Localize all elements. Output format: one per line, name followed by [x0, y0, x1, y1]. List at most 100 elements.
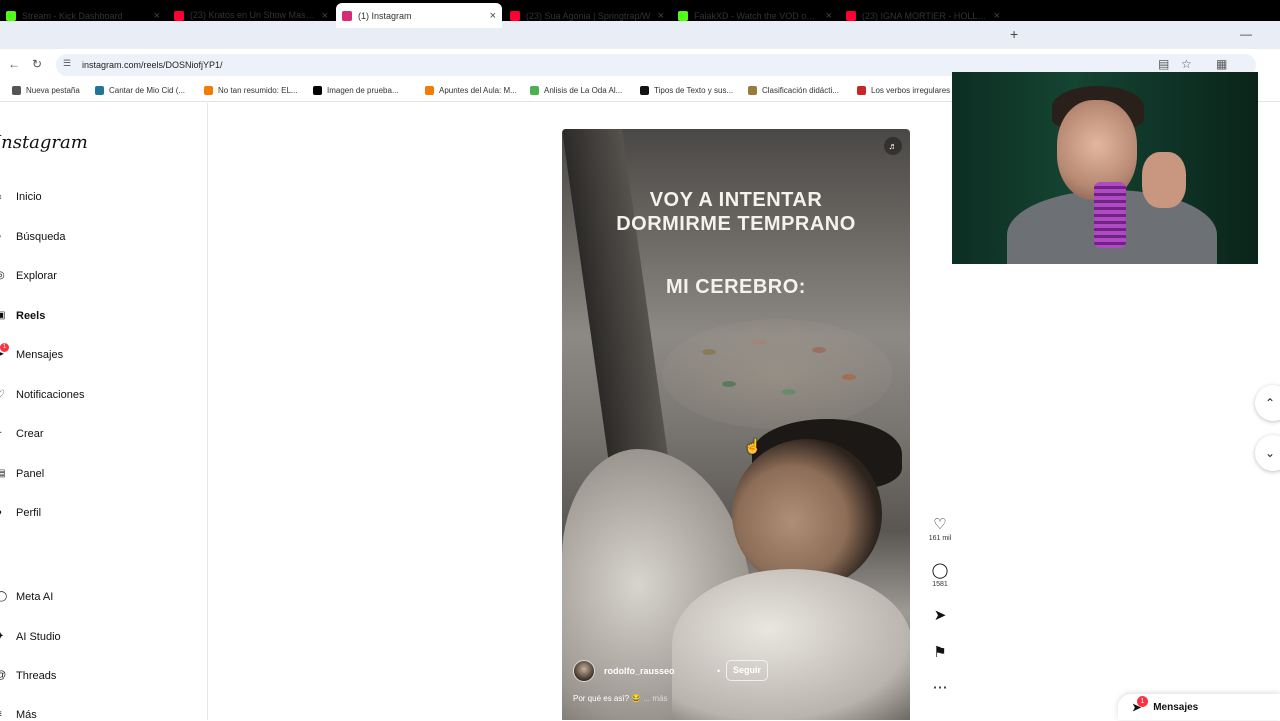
bookmark-item[interactable]: Anlisis de La Oda Al... [530, 86, 622, 95]
bookmark-item[interactable]: Nueva pestaña [12, 86, 80, 95]
bookmark-icon[interactable]: ⚑ [926, 645, 954, 661]
microphone [1094, 182, 1126, 248]
sidebar-item-threads[interactable]: Threads [16, 670, 56, 682]
sidebar-item-crear[interactable]: Crear [16, 428, 44, 440]
comment-icon[interactable]: ◯ [926, 563, 954, 579]
menu-icon[interactable]: ≡ [0, 709, 2, 720]
ai-studio-icon[interactable]: ✦ [0, 631, 4, 642]
tab-favicon-icon [846, 10, 856, 21]
volume-icon[interactable]: ♬ [884, 137, 902, 155]
sidebar-item-ms[interactable]: Más [16, 709, 37, 721]
share-action[interactable]: ➤ [926, 608, 954, 624]
install-icon[interactable]: ▤ [1158, 57, 1169, 71]
bookmark-item[interactable]: Apuntes del Aula: M... [425, 86, 517, 95]
bookmark-favicon-icon [425, 86, 434, 95]
bookmark-label: Cantar de Mio Cid (... [109, 86, 186, 95]
caption-text: Por qué es así? 😂 [573, 694, 642, 703]
tab-close-icon[interactable]: × [154, 10, 160, 22]
new-tab-button[interactable]: + [1010, 26, 1018, 42]
tab-close-icon[interactable]: × [490, 10, 496, 22]
comment-count: 1581 [932, 581, 948, 588]
reel-caption[interactable]: Por qué es así? 😂 ... más [573, 694, 667, 703]
tab-close-icon[interactable]: × [322, 10, 328, 22]
author-avatar[interactable] [573, 660, 595, 682]
meta-ai-icon[interactable]: ◯ [0, 591, 7, 602]
like-action[interactable]: ♡ 161 mil [926, 517, 954, 543]
bookmark-label: Apuntes del Aula: M... [439, 86, 517, 95]
sidebar-item-reels[interactable]: Reels [16, 310, 45, 322]
sidebar-item-inicio[interactable]: Inicio [16, 191, 42, 203]
sidebar-item-panel[interactable]: Panel [16, 468, 44, 480]
chevron-up-icon: ⌃ [1265, 396, 1276, 410]
frogs-circle [662, 319, 892, 429]
url-text[interactable]: instagram.com/reels/DOSNiofjYP1/ [82, 60, 223, 70]
tab-favicon-icon [678, 10, 688, 21]
messages-pill-label: Mensajes [1153, 701, 1199, 713]
search-icon[interactable]: ⌕ [0, 231, 2, 242]
share-icon[interactable]: ➤ [926, 608, 954, 624]
bookmark-item[interactable]: Tipos de Texto y sus... [640, 86, 733, 95]
site-info-icon[interactable]: ☰ [63, 58, 71, 69]
more-options-icon[interactable]: ⋯ [926, 680, 954, 696]
comment-action[interactable]: ◯ 1581 [926, 563, 954, 589]
heart-icon[interactable]: ♡ [0, 389, 5, 400]
minimize-icon[interactable]: — [1240, 27, 1252, 41]
tab-3[interactable]: (23) Sua Agonia | Springtrap/W × [504, 3, 670, 28]
heart-icon[interactable]: ♡ [926, 517, 954, 533]
author-username[interactable]: rodolfo_rausseo [604, 666, 675, 676]
overlay-text-line1: VOY A INTENTAR [649, 189, 823, 211]
sidebar-item-notificaciones[interactable]: Notificaciones [16, 389, 84, 401]
tab-close-icon[interactable]: × [658, 10, 664, 22]
sidebar-item-bsqueda[interactable]: Búsqueda [16, 231, 66, 243]
bookmark-item[interactable]: Imagen de prueba... [313, 86, 399, 95]
home-icon[interactable]: ⌂ [0, 191, 2, 202]
reels-icon[interactable]: ▣ [0, 310, 5, 321]
bookmark-favicon-icon [95, 86, 104, 95]
bookmark-item[interactable]: Los verbos irregulares [857, 86, 950, 95]
tab-0[interactable]: Stream - Kick Dashboard × [0, 3, 166, 28]
profile-icon[interactable]: ● [0, 507, 2, 518]
tab-close-icon[interactable]: × [826, 10, 832, 22]
tab-close-icon[interactable]: × [994, 10, 1000, 22]
caption-more-link[interactable]: ... más [643, 694, 667, 703]
bookmark-item[interactable]: No tan resumido: EL... [204, 86, 298, 95]
follow-button[interactable]: Seguir [726, 660, 769, 681]
sidebar-item-metaai[interactable]: Meta AI [16, 591, 53, 603]
sidebar-item-perfil[interactable]: Perfil [16, 507, 41, 519]
tab-5[interactable]: (23) IGNA MORTIER - HOLLOW × [840, 3, 1006, 28]
bookmark-favicon-icon [530, 86, 539, 95]
bookmark-item[interactable]: Cantar de Mio Cid (... [95, 86, 185, 95]
sidebar-item-aistudio[interactable]: AI Studio [16, 631, 61, 643]
sidebar-item-explorar[interactable]: Explorar [16, 270, 57, 282]
extensions-icon[interactable]: ▦ [1216, 57, 1227, 71]
frog [782, 389, 796, 395]
reload-icon[interactable]: ↻ [32, 57, 42, 71]
reel-video[interactable]: VOY A INTENTAR DORMIRME TEMPRANO MI CERE… [562, 129, 910, 720]
overlay-text-line2: DORMIRME TEMPRANO [616, 213, 856, 235]
tab-title: (23) Sua Agonia | Springtrap/W [526, 10, 651, 21]
instagram-logo[interactable]: Instagram [0, 132, 88, 153]
next-reel-button[interactable]: ⌄ [1255, 435, 1280, 471]
bookmark-item[interactable]: Clasificación didácti... [748, 86, 839, 95]
bookmark-star-icon[interactable]: ☆ [1181, 57, 1192, 71]
tab-title: (1) Instagram [358, 10, 412, 21]
compass-icon[interactable]: ◎ [0, 270, 5, 281]
tab-favicon-icon [6, 10, 16, 21]
sidebar-item-mensajes[interactable]: Mensajes [16, 349, 63, 361]
hand-cursor-icon: ☝ [744, 438, 762, 454]
bookmark-label: Anlisis de La Oda Al... [544, 86, 623, 95]
plus-icon[interactable]: + [0, 428, 2, 439]
tab-favicon-icon [342, 10, 352, 21]
tab-favicon-icon [174, 10, 184, 21]
back-icon[interactable]: ← [8, 57, 20, 71]
tab-title: (23) Kratos en Un Show Mas 👀 [190, 10, 316, 20]
reel-author[interactable]: rodolfo_rausseo [573, 660, 675, 682]
tab-4[interactable]: FalakXD - Watch the VOD on K × [672, 3, 838, 28]
previous-reel-button[interactable]: ⌃ [1255, 385, 1280, 421]
save-action[interactable]: ⚑ [926, 645, 954, 661]
dashboard-icon[interactable]: ▤ [0, 468, 5, 479]
threads-icon[interactable]: @ [0, 670, 6, 681]
more-action[interactable]: ⋯ [926, 680, 954, 696]
tab-1[interactable]: (23) Kratos en Un Show Mas 👀 × [168, 3, 334, 28]
tab-2[interactable]: (1) Instagram × [336, 3, 502, 28]
